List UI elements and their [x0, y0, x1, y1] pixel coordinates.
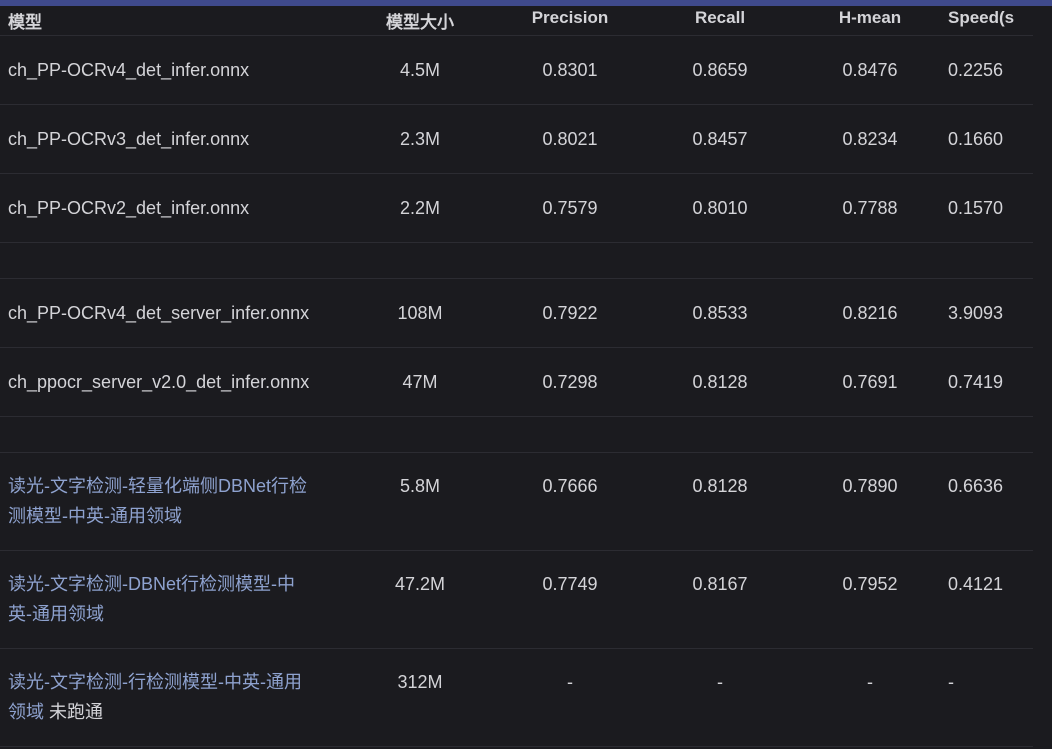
- cell-model: ch_PP-OCRv2_det_infer.onnx: [0, 173, 345, 243]
- cell-recall: 0.8457: [645, 104, 795, 174]
- table-row: 读光-文字检测-DBNet行检测模型-中英-通用领域 47.2M 0.7749 …: [0, 550, 1033, 649]
- header-hmean: H-mean: [795, 6, 945, 36]
- header-speed: Speed(s: [945, 6, 1033, 36]
- cell-size: 4.5M: [345, 35, 495, 105]
- table-spacer-row: [0, 242, 1033, 279]
- cell-speed: 0.4121: [945, 550, 1033, 649]
- cell-precision: -: [495, 648, 645, 747]
- cell-hmean: 0.7952: [795, 550, 945, 649]
- cell-hmean: 0.8476: [795, 35, 945, 105]
- cell-model: 读光-文字检测-DBNet行检测模型-中英-通用领域: [0, 550, 345, 649]
- model-link[interactable]: 读光-文字检测-轻量化端侧DBNet行检测模型-中英-通用领域: [8, 476, 307, 526]
- cell-speed: 3.9093: [945, 278, 1033, 348]
- cell-size: 312M: [345, 648, 495, 747]
- cell-hmean: 0.8234: [795, 104, 945, 174]
- cell-precision: 0.7749: [495, 550, 645, 649]
- header-precision: Precision: [495, 6, 645, 36]
- cell-recall: 0.8128: [645, 347, 795, 417]
- status-note: 未跑通: [49, 702, 104, 722]
- cell-size: 47.2M: [345, 550, 495, 649]
- cell-speed: -: [945, 648, 1033, 747]
- cell-size: 47M: [345, 347, 495, 417]
- cell-size: 108M: [345, 278, 495, 348]
- cell-model: ch_PP-OCRv3_det_infer.onnx: [0, 104, 345, 174]
- table-spacer-row: [0, 416, 1033, 453]
- table-row: 读光-文字检测-轻量化端侧DBNet行检测模型-中英-通用领域 5.8M 0.7…: [0, 452, 1033, 551]
- table-row: ch_PP-OCRv4_det_infer.onnx 4.5M 0.8301 0…: [0, 35, 1033, 105]
- cell-speed: 0.1660: [945, 104, 1033, 174]
- model-link[interactable]: 读光-文字检测-DBNet行检测模型-中英-通用领域: [8, 574, 295, 624]
- cell-model: ch_PP-OCRv4_det_server_infer.onnx: [0, 278, 345, 348]
- cell-speed: 0.1570: [945, 173, 1033, 243]
- cell-recall: 0.8533: [645, 278, 795, 348]
- cell-hmean: 0.8216: [795, 278, 945, 348]
- cell-size: 5.8M: [345, 452, 495, 551]
- cell-size: 2.3M: [345, 104, 495, 174]
- cell-precision: 0.7666: [495, 452, 645, 551]
- cell-recall: 0.8659: [645, 35, 795, 105]
- cell-speed: 0.7419: [945, 347, 1033, 417]
- header-model-size: 模型大小: [345, 6, 495, 36]
- header-model: 模型: [0, 6, 345, 36]
- cell-precision: 0.7922: [495, 278, 645, 348]
- cell-hmean: 0.7691: [795, 347, 945, 417]
- cell-recall: 0.8010: [645, 173, 795, 243]
- cell-model: ch_ppocr_server_v2.0_det_infer.onnx: [0, 347, 345, 417]
- cell-model: 读光-文字检测-轻量化端侧DBNet行检测模型-中英-通用领域: [0, 452, 345, 551]
- cell-hmean: 0.7788: [795, 173, 945, 243]
- cell-hmean: -: [795, 648, 945, 747]
- table-row: ch_PP-OCRv4_det_server_infer.onnx 108M 0…: [0, 278, 1033, 348]
- header-recall: Recall: [645, 6, 795, 36]
- table-row: 读光-文字检测-行检测模型-中英-通用领域 未跑通 312M - - - -: [0, 648, 1033, 747]
- cell-speed: 0.2256: [945, 35, 1033, 105]
- cell-speed: 0.6636: [945, 452, 1033, 551]
- cell-model: 读光-文字检测-行检测模型-中英-通用领域 未跑通: [0, 648, 345, 747]
- cell-precision: 0.7298: [495, 347, 645, 417]
- cell-precision: 0.7579: [495, 173, 645, 243]
- results-table-container[interactable]: 模型 模型大小 Precision Recall H-mean Speed(s …: [0, 6, 1033, 749]
- table-row: ch_ppocr_server_v2.0_det_infer.onnx 47M …: [0, 347, 1033, 417]
- table-header-row: 模型 模型大小 Precision Recall H-mean Speed(s: [0, 6, 1033, 36]
- cell-recall: 0.8128: [645, 452, 795, 551]
- table-row: ch_PP-OCRv3_det_infer.onnx 2.3M 0.8021 0…: [0, 104, 1033, 174]
- cell-precision: 0.8301: [495, 35, 645, 105]
- cell-size: 2.2M: [345, 173, 495, 243]
- table-row: ch_PP-OCRv2_det_infer.onnx 2.2M 0.7579 0…: [0, 173, 1033, 243]
- cell-recall: 0.8167: [645, 550, 795, 649]
- cell-precision: 0.8021: [495, 104, 645, 174]
- cell-model: ch_PP-OCRv4_det_infer.onnx: [0, 35, 345, 105]
- cell-hmean: 0.7890: [795, 452, 945, 551]
- cell-recall: -: [645, 648, 795, 747]
- results-table: 模型 模型大小 Precision Recall H-mean Speed(s …: [0, 6, 1033, 747]
